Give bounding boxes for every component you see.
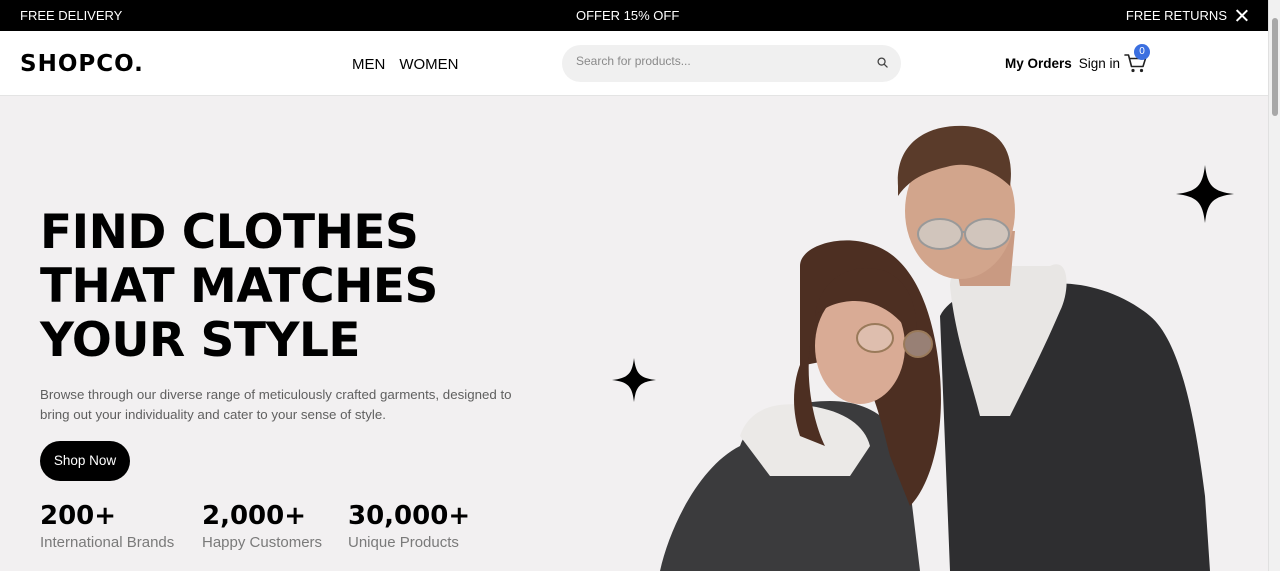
hero-headline: FIND CLOTHES THAT MATCHES YOUR STYLE <box>40 206 438 368</box>
stat-products: 30,000+ Unique Products <box>348 500 470 551</box>
main-nav: MEN WOMEN <box>352 56 459 73</box>
promo-offer: OFFER 15% OFF <box>576 8 680 23</box>
account-links: My Orders Sign in <box>1005 56 1120 71</box>
promo-free-returns-group: FREE RETURNS <box>1126 8 1248 23</box>
headline-line-2: THAT MATCHES <box>40 259 438 314</box>
stat-value: 2,000+ <box>202 501 307 531</box>
nav-men[interactable]: MEN <box>352 56 385 73</box>
stat-label: International Brands <box>40 534 175 551</box>
cart-count-badge: 0 <box>1134 44 1150 60</box>
sign-in-link[interactable]: Sign in <box>1079 56 1120 71</box>
stat-label: Unique Products <box>348 534 459 551</box>
promo-free-returns: FREE RETURNS <box>1125 8 1227 23</box>
close-icon[interactable] <box>1235 9 1248 22</box>
hero-section: FIND CLOTHES THAT MATCHES YOUR STYLE Bro… <box>0 96 1268 571</box>
logo[interactable]: SHOPCO. <box>20 51 144 77</box>
shop-now-button[interactable]: Shop Now <box>40 441 130 481</box>
headline-line-3: YOUR STYLE <box>40 313 361 368</box>
site-header: SHOPCO. MEN WOMEN My Orders Sign in 0 <box>0 31 1268 96</box>
stat-customers: 2,000+ Happy Customers <box>202 500 322 551</box>
hero-description: Browse through our diverse range of meti… <box>40 387 512 422</box>
stat-label: Happy Customers <box>202 534 323 551</box>
search-bar[interactable] <box>562 45 901 82</box>
stat-value: 200+ <box>40 501 117 531</box>
promo-free-delivery: FREE DELIVERY <box>20 8 123 23</box>
stat-brands: 200+ International Brands <box>40 500 174 551</box>
nav-women[interactable]: WOMEN <box>399 56 458 73</box>
promo-bar: FREE DELIVERY OFFER 15% OFF FREE RETURNS <box>0 0 1268 31</box>
stat-value: 30,000+ <box>348 501 471 531</box>
hero-models-image <box>660 125 1210 571</box>
page-scrollbar[interactable] <box>1268 0 1280 571</box>
headline-line-1: FIND CLOTHES <box>40 205 419 260</box>
scrollbar-thumb[interactable] <box>1272 18 1278 116</box>
my-orders-link[interactable]: My Orders <box>1005 56 1072 71</box>
search-input[interactable] <box>576 54 866 68</box>
search-icon[interactable] <box>877 57 888 68</box>
